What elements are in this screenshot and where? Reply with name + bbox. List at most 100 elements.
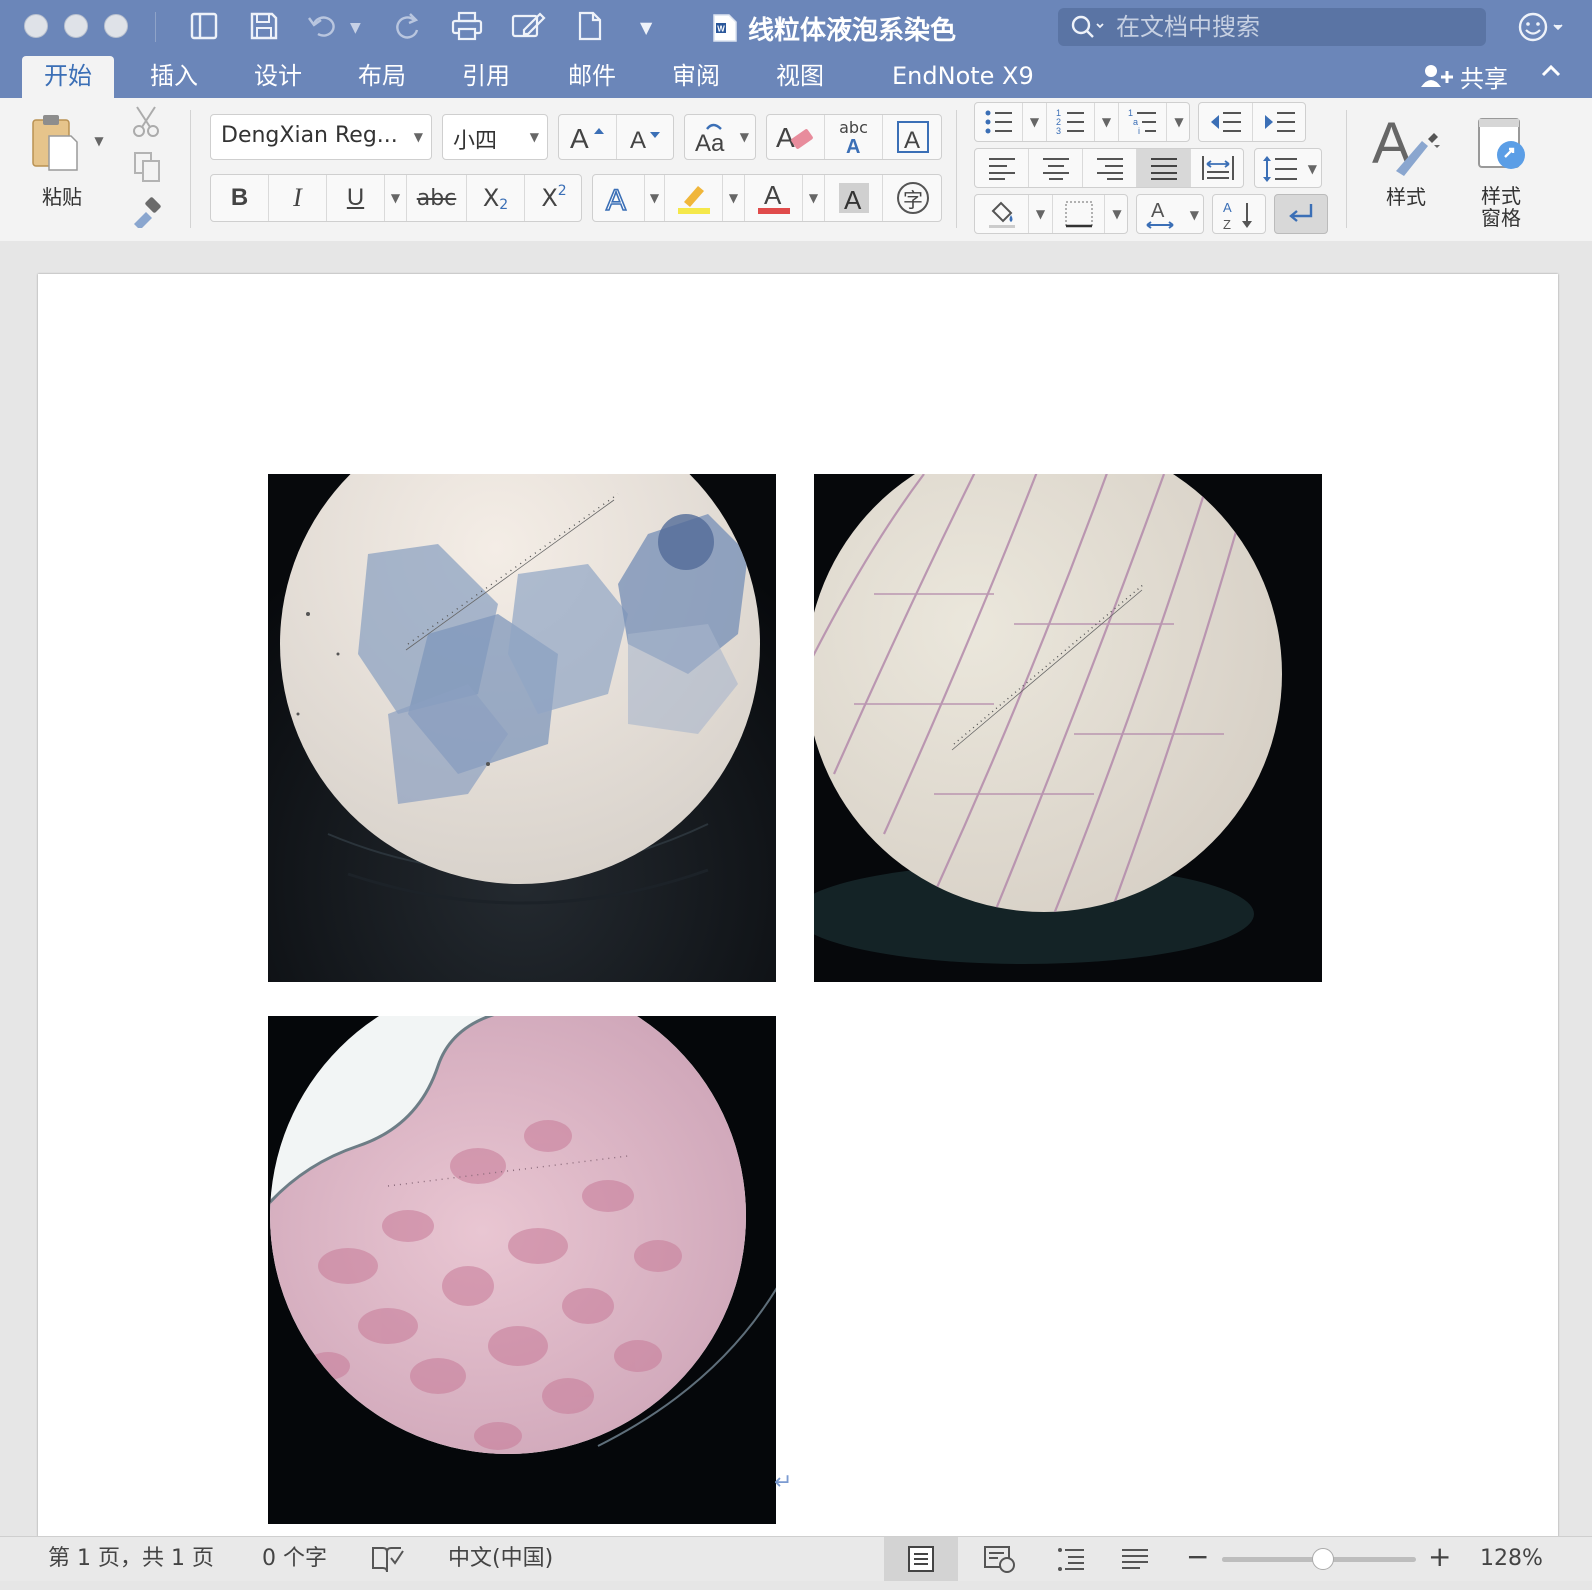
save-icon[interactable] bbox=[248, 10, 280, 42]
tab-layout[interactable]: 布局 bbox=[336, 56, 428, 98]
change-case-button[interactable]: Aa ▼ bbox=[684, 114, 756, 160]
cut-icon[interactable] bbox=[130, 104, 162, 140]
justify-button[interactable] bbox=[1137, 149, 1191, 187]
show-formatting-marks-button[interactable] bbox=[1274, 194, 1328, 234]
font-color-dropdown-icon[interactable]: ▼ bbox=[803, 175, 825, 221]
svg-text:Aa: Aa bbox=[695, 130, 725, 155]
close-window-button[interactable] bbox=[24, 14, 48, 38]
language-indicator[interactable]: 中文(中国) bbox=[448, 1537, 553, 1581]
sort-button[interactable]: AZ bbox=[1212, 194, 1266, 234]
zoom-in-button[interactable]: + bbox=[1428, 1535, 1451, 1579]
tab-references[interactable]: 引用 bbox=[440, 56, 532, 98]
tab-endnote[interactable]: EndNote X9 bbox=[870, 56, 1056, 98]
share-button[interactable]: 共享 bbox=[1420, 58, 1508, 94]
zoom-slider[interactable] bbox=[1222, 1548, 1416, 1570]
proofing-icon[interactable] bbox=[370, 1544, 404, 1574]
font-size-select[interactable]: 小四 ▼ bbox=[442, 114, 548, 160]
subscript-button[interactable]: X2 bbox=[467, 175, 525, 221]
align-center-button[interactable] bbox=[1029, 149, 1083, 187]
subscript-mark: 2 bbox=[499, 197, 509, 213]
zoom-out-button[interactable]: − bbox=[1186, 1535, 1209, 1579]
text-effects-dropdown-icon[interactable]: ▼ bbox=[645, 175, 665, 221]
numbering-dropdown-icon[interactable]: ▼ bbox=[1095, 103, 1119, 141]
shading-button[interactable] bbox=[975, 195, 1029, 233]
align-right-icon bbox=[1096, 158, 1123, 180]
text-effects-button[interactable]: A bbox=[593, 175, 645, 221]
decrease-indent-button[interactable] bbox=[1199, 103, 1253, 141]
search-input[interactable] bbox=[1114, 12, 1458, 42]
strikethrough-button[interactable]: abc bbox=[407, 175, 467, 221]
micrograph-image-blue-cells[interactable] bbox=[268, 474, 776, 982]
print-icon[interactable] bbox=[450, 10, 484, 42]
collapse-ribbon-icon[interactable] bbox=[1540, 58, 1562, 94]
tab-mailings[interactable]: 邮件 bbox=[546, 56, 638, 98]
styles-pane-label-line2: 窗格 bbox=[1481, 205, 1521, 230]
phonetic-guide-button[interactable]: 字 bbox=[883, 175, 943, 221]
asian-layout-button[interactable]: A ▼ bbox=[1136, 194, 1204, 234]
tab-view[interactable]: 视图 bbox=[754, 56, 846, 98]
borders-button[interactable] bbox=[1053, 195, 1105, 233]
distributed-button[interactable] bbox=[1191, 149, 1245, 187]
clear-formatting-button[interactable]: A bbox=[767, 115, 825, 159]
copy-icon[interactable] bbox=[132, 150, 162, 184]
document-canvas[interactable]: ↵ bbox=[0, 241, 1592, 1536]
zoom-slider-thumb[interactable] bbox=[1311, 1548, 1334, 1570]
styles-pane-button[interactable] bbox=[1466, 112, 1536, 178]
customize-toolbar-icon[interactable]: ▼ bbox=[640, 12, 652, 44]
bold-button[interactable]: B bbox=[211, 175, 269, 221]
asian-layout-icon: A bbox=[1146, 200, 1174, 229]
italic-button[interactable]: I bbox=[269, 175, 327, 221]
align-left-button[interactable] bbox=[975, 149, 1029, 187]
bullets-button[interactable] bbox=[975, 103, 1023, 141]
draft-view-button[interactable] bbox=[1110, 1537, 1160, 1581]
micrograph-image-pink-elongated-cells[interactable] bbox=[814, 474, 1322, 982]
paste-options-dropdown-icon[interactable]: ▼ bbox=[92, 134, 106, 148]
tab-insert[interactable]: 插入 bbox=[128, 56, 220, 98]
outline-view-button[interactable] bbox=[1046, 1537, 1096, 1581]
document-page[interactable]: ↵ bbox=[38, 274, 1558, 1536]
redo-icon[interactable] bbox=[392, 10, 422, 42]
sidebar-toggle-icon[interactable] bbox=[188, 10, 220, 42]
font-color-button[interactable]: A bbox=[745, 175, 803, 221]
styles-gallery-button[interactable]: A bbox=[1366, 108, 1446, 180]
underline-button[interactable]: U bbox=[327, 175, 385, 221]
new-document-icon[interactable] bbox=[576, 10, 604, 42]
zoom-percent[interactable]: 128% bbox=[1480, 1537, 1543, 1581]
highlight-dropdown-icon[interactable]: ▼ bbox=[723, 175, 745, 221]
grow-font-button[interactable]: A bbox=[559, 115, 617, 159]
increase-indent-button[interactable] bbox=[1253, 103, 1307, 141]
line-spacing-button[interactable]: ▼ bbox=[1254, 148, 1322, 188]
undo-icon[interactable] bbox=[306, 10, 340, 42]
character-border-button[interactable]: A bbox=[883, 115, 943, 159]
tab-review[interactable]: 审阅 bbox=[650, 56, 742, 98]
minimize-window-button[interactable] bbox=[64, 14, 88, 38]
multilevel-list-button[interactable]: 1ai bbox=[1119, 103, 1167, 141]
undo-dropdown-icon[interactable]: ▼ bbox=[350, 12, 361, 44]
paste-button[interactable] bbox=[26, 110, 84, 176]
word-count[interactable]: 0 个字 bbox=[262, 1537, 327, 1581]
highlight-button[interactable] bbox=[665, 175, 723, 221]
tab-design[interactable]: 设计 bbox=[232, 56, 324, 98]
borders-dropdown-icon[interactable]: ▼ bbox=[1105, 195, 1129, 233]
shrink-font-button[interactable]: A bbox=[617, 115, 675, 159]
text-effects-abc-button[interactable]: abc A bbox=[825, 115, 883, 159]
multilevel-dropdown-icon[interactable]: ▼ bbox=[1167, 103, 1191, 141]
micrograph-image-pink-tissue[interactable] bbox=[268, 1016, 776, 1524]
format-painter-icon[interactable] bbox=[130, 194, 164, 228]
web-layout-view-button[interactable] bbox=[974, 1537, 1024, 1581]
edit-document-icon[interactable] bbox=[510, 10, 546, 42]
zoom-window-button[interactable] bbox=[104, 14, 128, 38]
numbering-button[interactable]: 123 bbox=[1047, 103, 1095, 141]
align-right-button[interactable] bbox=[1083, 149, 1137, 187]
search-field[interactable] bbox=[1058, 8, 1486, 46]
print-layout-view-button[interactable] bbox=[884, 1537, 958, 1581]
page-count[interactable]: 第 1 页，共 1 页 bbox=[48, 1537, 214, 1581]
underline-dropdown-icon[interactable]: ▼ bbox=[385, 175, 407, 221]
shading-dropdown-icon[interactable]: ▼ bbox=[1029, 195, 1053, 233]
superscript-button[interactable]: X2 bbox=[525, 175, 583, 221]
character-shading-button[interactable]: A bbox=[825, 175, 883, 221]
font-name-select[interactable]: DengXian Reg... ▼ bbox=[210, 114, 432, 160]
feedback-smiley-icon[interactable] bbox=[1518, 12, 1570, 46]
tab-home[interactable]: 开始 bbox=[22, 56, 114, 98]
bullets-dropdown-icon[interactable]: ▼ bbox=[1023, 103, 1047, 141]
